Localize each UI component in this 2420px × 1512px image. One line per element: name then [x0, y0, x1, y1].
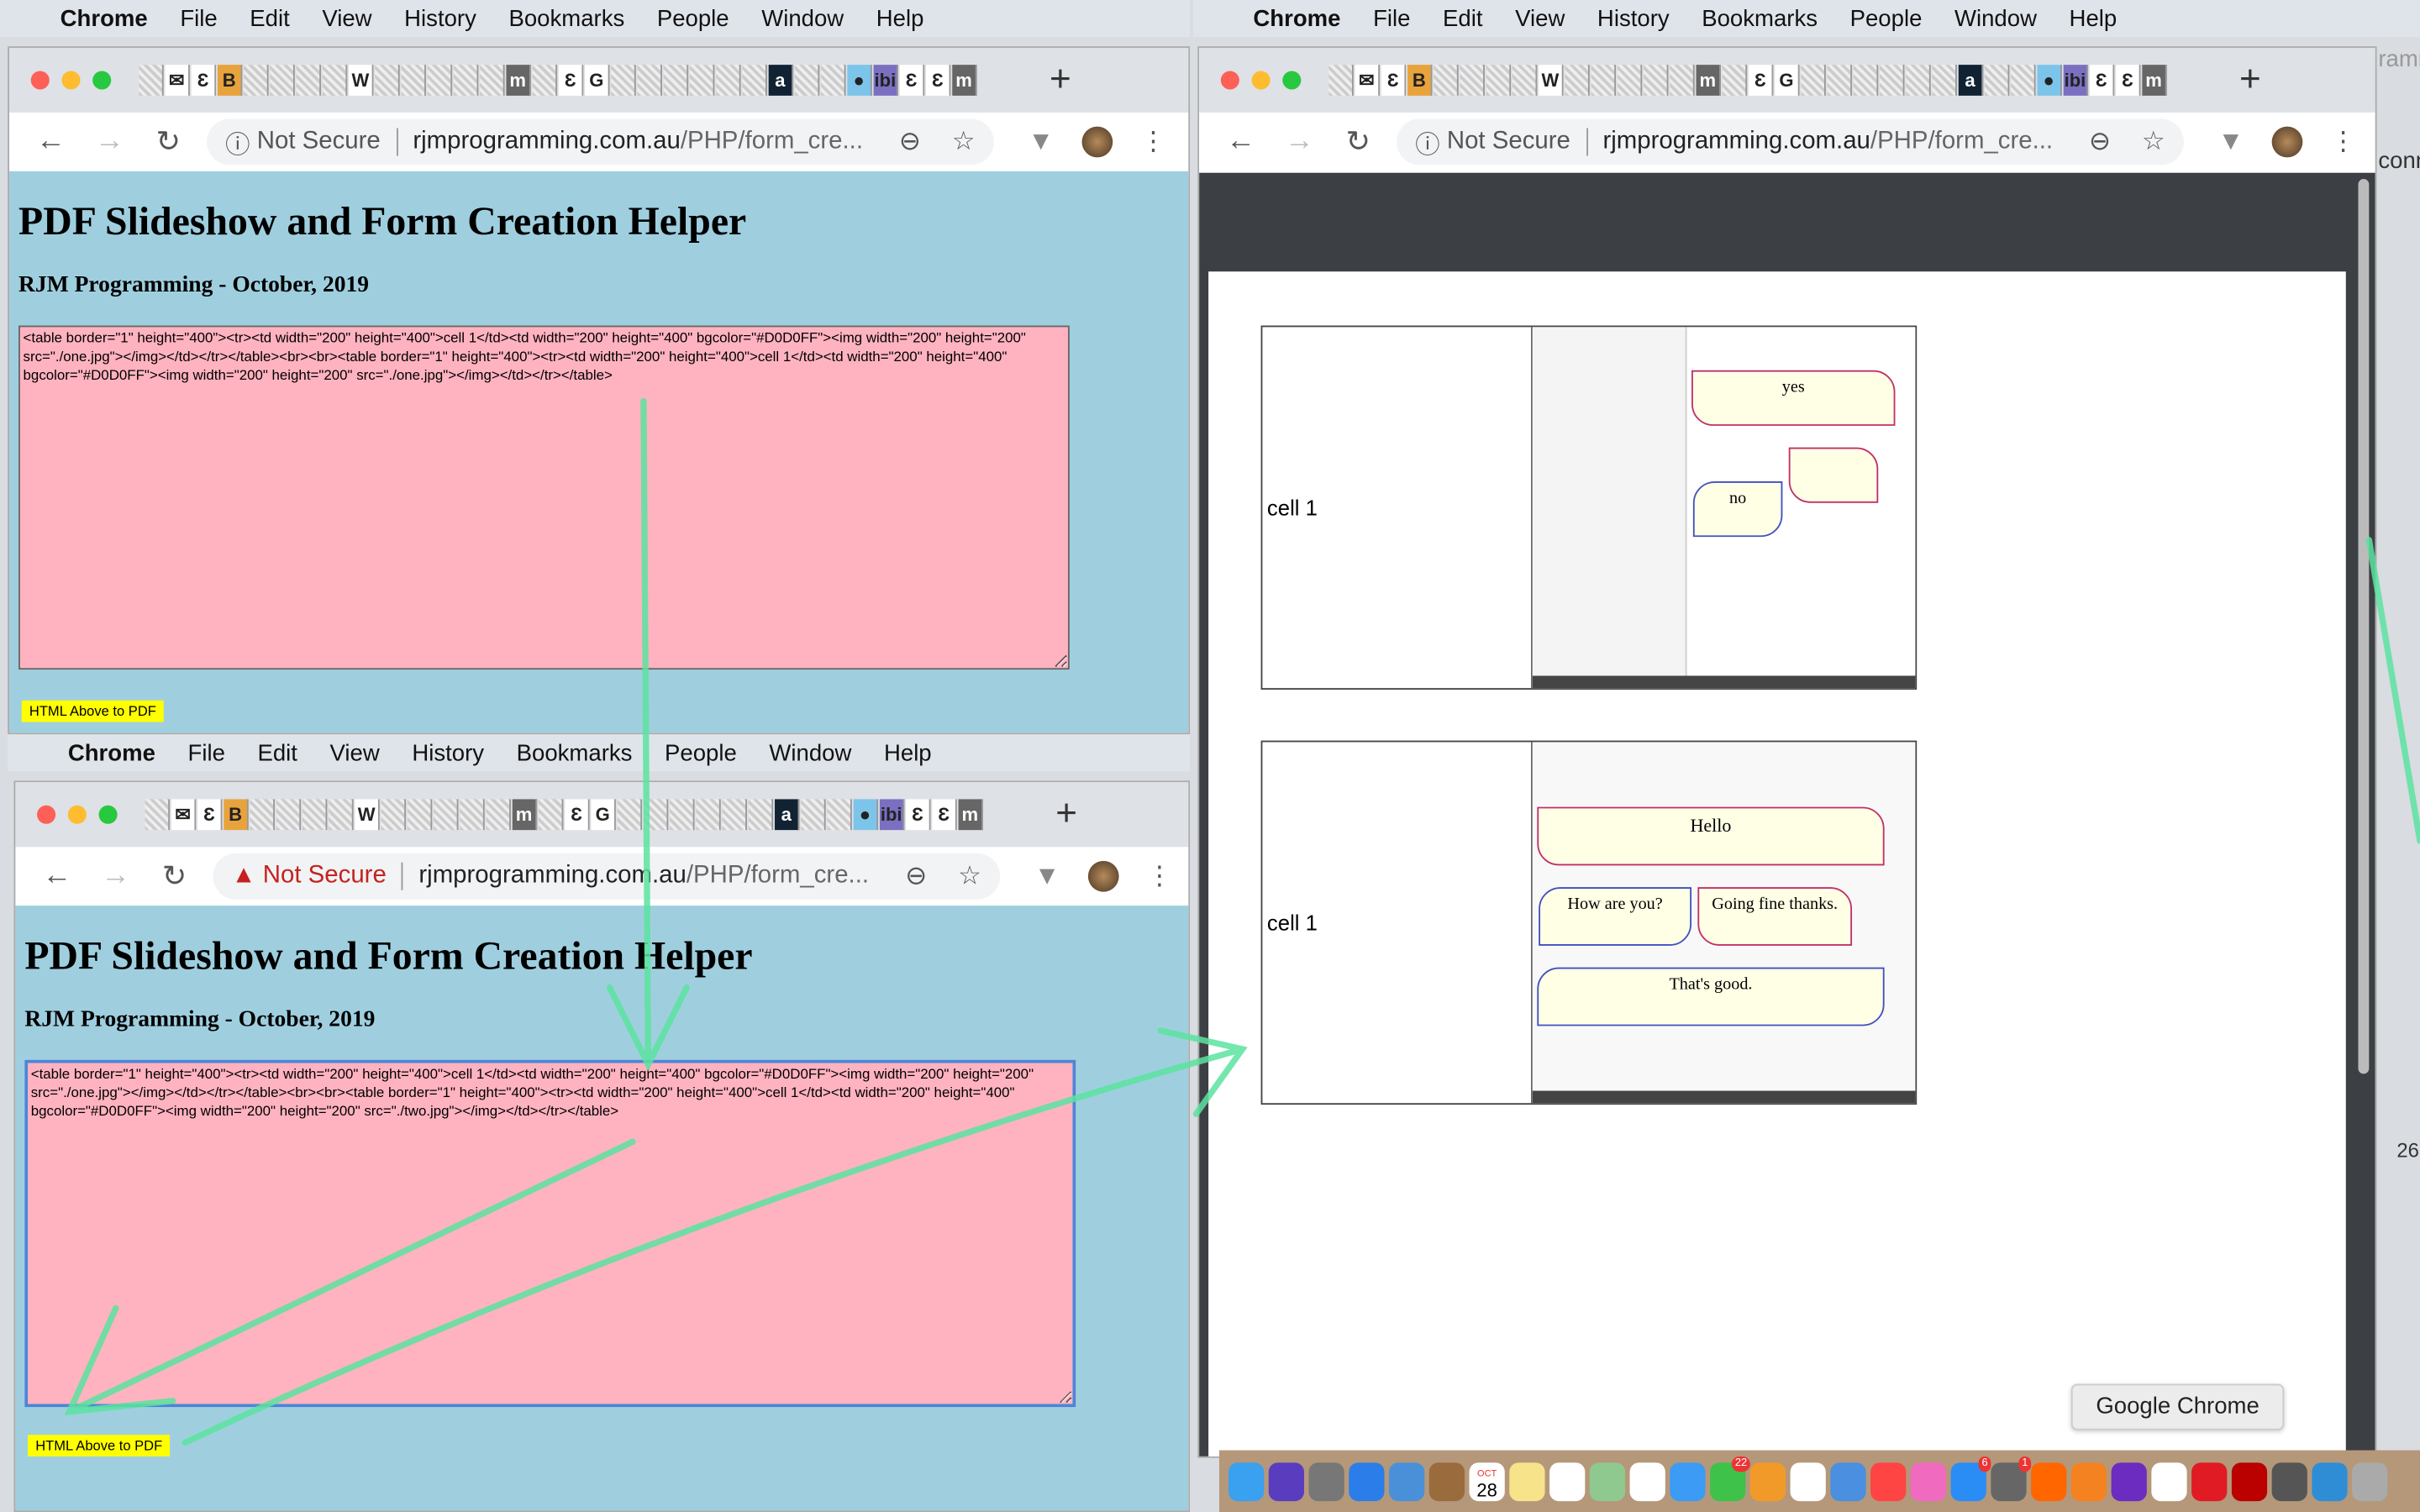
arrow-partial	[2365, 537, 2420, 844]
arrow-to-pdf	[182, 1046, 1246, 1446]
arrow-to-button	[66, 1138, 636, 1415]
arrow-down	[640, 397, 652, 1068]
annotation-arrows	[64, 397, 2420, 1446]
arrow-to-button-head	[64, 1305, 176, 1415]
